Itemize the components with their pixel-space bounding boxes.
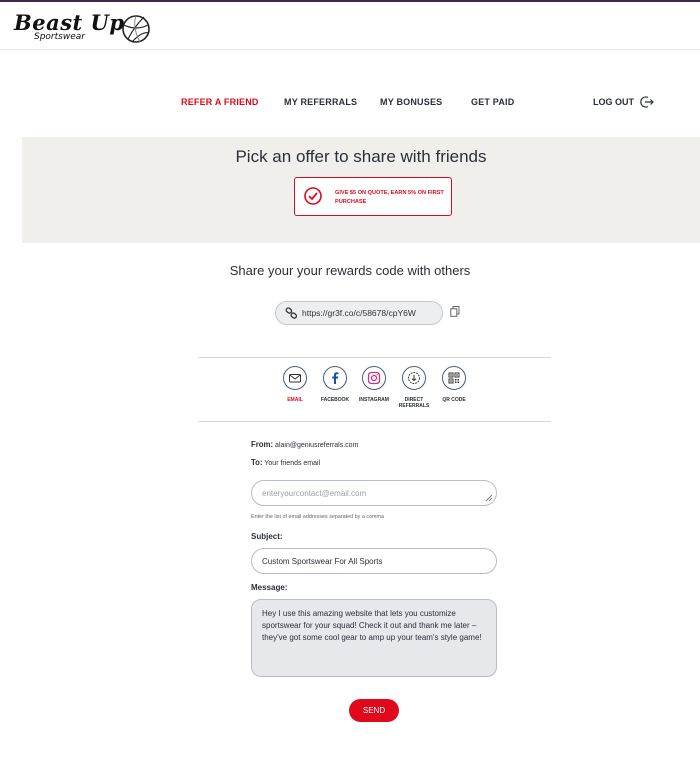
brand-tagline: Sportswear [34,32,85,42]
from-value: alain@geniusreferrals.com [275,442,359,449]
share-label-email: EMAIL [287,397,303,403]
from-line: From: alain@geniusreferrals.com [251,440,358,449]
instagram-icon [367,371,381,385]
to-line: To: Your friends email [251,458,320,467]
share-label-instagram: INSTAGRAM [359,397,389,403]
qr-code-icon [448,372,460,384]
email-hint: Enter the list of email addresses separa… [251,514,385,520]
share-label-qr-code: QR CODE [442,397,466,403]
mail-icon [289,374,301,383]
share-options: EMAIL FACEBOOK INSTAGRAM DIRECT REFERRAL… [280,366,470,416]
check-circle-icon [304,187,322,205]
qr-code-circle [442,366,466,390]
resize-handle-icon[interactable] [485,494,493,502]
copy-icon[interactable] [450,306,460,317]
share-option-qr-code[interactable]: QR CODE [434,366,474,403]
link-icon [285,307,298,319]
referral-link-field[interactable]: https://gr3f.co/c/58678/cpY6W [275,301,443,325]
share-label-direct-referrals: DIRECT REFERRALS [398,397,430,409]
message-label: Message: [251,583,288,592]
share-option-direct-referrals[interactable]: DIRECT REFERRALS [394,366,434,409]
from-label: From: [251,440,274,449]
logout-button[interactable]: LOG OUT [593,95,654,109]
site-header: Beast Up Sportswear [0,2,700,50]
subject-input[interactable]: Custom Sportswear For All Sports [251,548,497,574]
nav-my-referrals[interactable]: MY REFERRALS [284,97,357,107]
facebook-icon [332,372,339,384]
subject-label: Subject: [251,532,283,541]
logout-icon [640,96,654,108]
divider-top [198,357,551,358]
brand-logo[interactable]: Beast Up Sportswear [14,10,164,46]
instagram-circle [362,366,386,390]
offer-description: GIVE $5 ON QUOTE, EARN 5% ON FIRST PURCH… [335,190,444,205]
recipient-email-input[interactable]: enteryourcontact@email.com [251,480,497,506]
message-value: Hey I use this amazing website that lets… [262,609,482,642]
share-title: Share your your rewards code with others [229,263,471,278]
share-option-email[interactable]: EMAIL [275,366,315,403]
share-option-facebook[interactable]: FACEBOOK [315,366,355,403]
facebook-circle [323,366,347,390]
divider-bottom [198,421,551,422]
share-option-instagram[interactable]: INSTAGRAM [354,366,394,403]
email-placeholder: enteryourcontact@email.com [262,489,367,498]
logout-label: LOG OUT [593,97,634,107]
offer-card[interactable]: GIVE $5 ON QUOTE, EARN 5% ON FIRST PURCH… [294,177,452,216]
direct-referrals-circle [402,366,426,390]
direct-referrals-icon [408,372,420,384]
to-label: To: [251,458,263,467]
referral-link-text: https://gr3f.co/c/58678/cpY6W [302,308,416,318]
to-value: Your friends email [264,460,321,467]
subject-value: Custom Sportswear For All Sports [262,557,383,566]
send-button[interactable]: SEND [349,699,399,722]
message-textarea[interactable]: Hey I use this amazing website that lets… [251,599,497,677]
share-label-facebook: FACEBOOK [320,397,350,403]
nav-my-bonuses[interactable]: MY BONUSES [380,97,442,107]
offer-title: Pick an offer to share with friends [235,147,487,166]
basketball-logo-icon [122,15,150,43]
nav-refer-a-friend[interactable]: REFER A FRIEND [181,97,259,107]
email-circle [283,366,307,390]
offer-panel: Pick an offer to share with friends GIVE… [22,137,700,243]
main-nav: REFER A FRIEND MY REFERRALS MY BONUSES G… [0,95,700,111]
nav-get-paid[interactable]: GET PAID [471,97,514,107]
